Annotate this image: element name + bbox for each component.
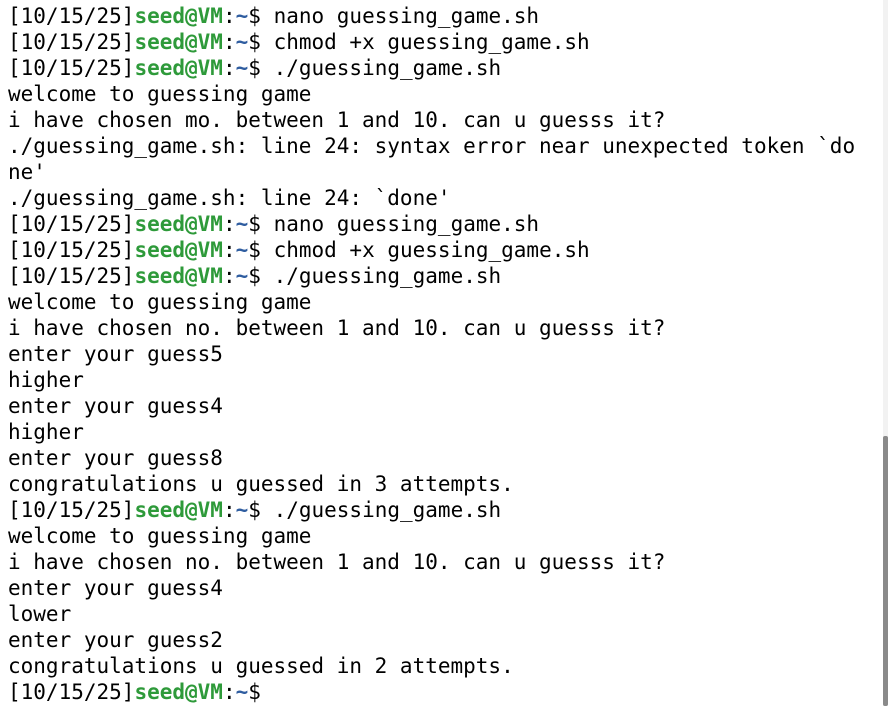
prompt-separator: : [222, 212, 236, 236]
output-line: ne' [8, 160, 46, 184]
prompt-user: seed@VM [134, 264, 223, 288]
output-line: enter your guess4 [8, 394, 223, 418]
prompt-date: [10/15/25] [8, 56, 135, 80]
output-line: enter your guess5 [8, 342, 223, 366]
prompt-line: [10/15/25]seed@VM:~$ ./guessing_game.sh [8, 55, 880, 81]
prompt-line: [10/15/25]seed@VM:~$ [8, 679, 880, 705]
prompt-separator: : [222, 680, 236, 704]
prompt-symbol: $ [248, 264, 274, 288]
prompt-path: ~ [235, 212, 249, 236]
prompt-separator: : [222, 30, 236, 54]
output-line: congratulations u guessed in 2 attempts. [8, 654, 514, 678]
prompt-separator: : [222, 4, 236, 28]
prompt-symbol: $ [248, 238, 274, 262]
prompt-symbol: $ [248, 56, 274, 80]
output-line: lower [8, 602, 72, 626]
output-line: welcome to guessing game [8, 290, 312, 314]
output-line: enter your guess4 [8, 576, 223, 600]
prompt-date: [10/15/25] [8, 680, 135, 704]
output-line: i have chosen mo. between 1 and 10. can … [8, 108, 666, 132]
prompt-path: ~ [235, 264, 249, 288]
output-line: enter your guess8 [8, 446, 223, 470]
prompt-separator: : [222, 498, 236, 522]
output-line: congratulations u guessed in 3 attempts. [8, 472, 514, 496]
prompt-symbol: $ [248, 4, 274, 28]
prompt-user: seed@VM [134, 30, 223, 54]
command-text: ./guessing_game.sh [273, 56, 502, 80]
command-text: nano guessing_game.sh [273, 4, 540, 28]
prompt-date: [10/15/25] [8, 498, 135, 522]
prompt-path: ~ [235, 238, 249, 262]
prompt-date: [10/15/25] [8, 238, 135, 262]
prompt-path: ~ [235, 56, 249, 80]
prompt-user: seed@VM [134, 498, 223, 522]
prompt-date: [10/15/25] [8, 264, 135, 288]
prompt-line: [10/15/25]seed@VM:~$ nano guessing_game.… [8, 3, 880, 29]
terminal-output[interactable]: [10/15/25]seed@VM:~$ nano guessing_game.… [8, 3, 880, 705]
prompt-symbol: $ [248, 680, 274, 704]
prompt-line: [10/15/25]seed@VM:~$ chmod +x guessing_g… [8, 29, 880, 55]
prompt-date: [10/15/25] [8, 4, 135, 28]
prompt-symbol: $ [248, 498, 274, 522]
prompt-user: seed@VM [134, 4, 223, 28]
prompt-line: [10/15/25]seed@VM:~$ nano guessing_game.… [8, 211, 880, 237]
output-line: i have chosen no. between 1 and 10. can … [8, 550, 666, 574]
output-line: ./guessing_game.sh: line 24: `done' [8, 186, 451, 210]
prompt-date: [10/15/25] [8, 30, 135, 54]
prompt-user: seed@VM [134, 56, 223, 80]
output-line: welcome to guessing game [8, 82, 312, 106]
output-line: ./guessing_game.sh: line 24: syntax erro… [8, 134, 856, 158]
prompt-symbol: $ [248, 30, 274, 54]
prompt-path: ~ [235, 680, 249, 704]
prompt-path: ~ [235, 4, 249, 28]
command-text: nano guessing_game.sh [273, 212, 540, 236]
output-line: enter your guess2 [8, 628, 223, 652]
prompt-symbol: $ [248, 212, 274, 236]
command-text: chmod +x guessing_game.sh [273, 238, 590, 262]
prompt-user: seed@VM [134, 212, 223, 236]
prompt-line: [10/15/25]seed@VM:~$ ./guessing_game.sh [8, 497, 880, 523]
vertical-scrollbar[interactable] [883, 0, 888, 706]
prompt-line: [10/15/25]seed@VM:~$ ./guessing_game.sh [8, 263, 880, 289]
scrollbar-thumb[interactable] [883, 436, 888, 706]
prompt-path: ~ [235, 498, 249, 522]
output-line: higher [8, 420, 84, 444]
prompt-date: [10/15/25] [8, 212, 135, 236]
prompt-separator: : [222, 56, 236, 80]
prompt-line: [10/15/25]seed@VM:~$ chmod +x guessing_g… [8, 237, 880, 263]
command-text: ./guessing_game.sh [273, 264, 502, 288]
prompt-separator: : [222, 238, 236, 262]
prompt-path: ~ [235, 30, 249, 54]
command-text: chmod +x guessing_game.sh [273, 30, 590, 54]
prompt-user: seed@VM [134, 680, 223, 704]
output-line: higher [8, 368, 84, 392]
prompt-user: seed@VM [134, 238, 223, 262]
terminal-window[interactable]: [10/15/25]seed@VM:~$ nano guessing_game.… [0, 0, 888, 706]
prompt-separator: : [222, 264, 236, 288]
output-line: welcome to guessing game [8, 524, 312, 548]
command-text: ./guessing_game.sh [273, 498, 502, 522]
output-line: i have chosen no. between 1 and 10. can … [8, 316, 666, 340]
